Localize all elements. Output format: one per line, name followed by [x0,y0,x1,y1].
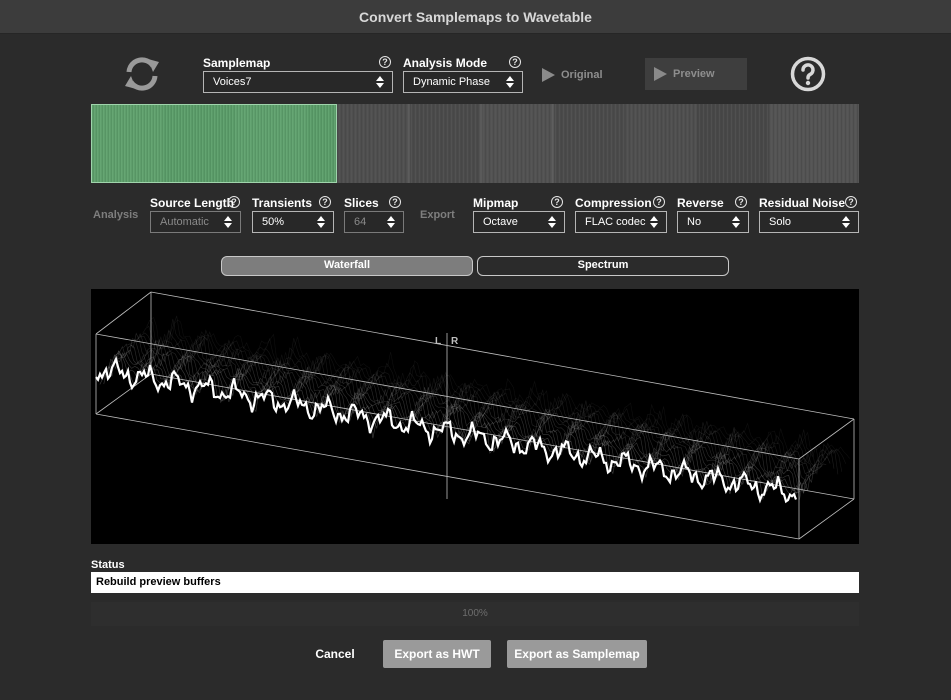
right-channel-label: R [451,336,459,347]
reverse-select[interactable]: No [677,211,749,233]
waterfall-display[interactable]: L R [91,289,859,544]
tab-spectrum[interactable]: Spectrum [477,256,729,276]
analysis-mode-value: Dynamic Phase [413,76,491,88]
status-label: Status [91,559,125,571]
transients-select[interactable]: 50% [252,211,334,233]
waterfall-box-outline [95,291,855,540]
play-icon [542,68,555,82]
residual-noise-select[interactable]: Solo [759,211,859,233]
compression-value: FLAC codec [585,216,646,228]
samplemap-help-icon[interactable]: ? [379,56,391,68]
samplemap-select[interactable]: Voices7 [203,71,393,93]
reverse-value: No [687,216,702,228]
transients-help-icon[interactable]: ? [319,196,331,208]
refresh-icon[interactable] [121,53,163,95]
reverse-help-icon[interactable]: ? [735,196,747,208]
title-bar: Convert Samplemaps to Wavetable [0,0,951,34]
compression-help-icon[interactable]: ? [653,196,665,208]
slices-value: 64 [354,216,367,228]
compression-label: Compression [575,196,652,210]
select-arrows-icon [548,216,557,228]
wavetable-slices-strip[interactable] [91,104,859,183]
select-arrows-icon [732,216,741,228]
samplemap-value: Voices7 [213,76,252,88]
left-channel-label: L [435,336,441,347]
residual-noise-label: Residual Noise [759,196,846,210]
original-label: Original [561,69,603,81]
status-message: Rebuild preview buffers [91,572,859,593]
residual-noise-value: Solo [769,216,792,228]
history-trace [134,335,835,476]
select-arrows-icon [387,216,396,228]
source-length-help-icon[interactable]: ? [228,196,240,208]
play-original-button[interactable]: Original [542,67,603,83]
residual-noise-help-icon[interactable]: ? [845,196,857,208]
analysis-mode-help-icon[interactable]: ? [509,56,521,68]
source-length-label: Source Length [150,196,235,210]
play-preview-button[interactable]: Preview [645,58,747,90]
select-arrows-icon [376,76,385,88]
export-hwt-button[interactable]: Export as HWT [383,640,491,668]
play-icon [654,67,667,81]
samplemap-label: Samplemap [203,56,271,70]
window-title: Convert Samplemaps to Wavetable [359,8,592,25]
select-arrows-icon [224,216,233,228]
help-icon[interactable] [790,56,826,92]
select-arrows-icon [317,216,326,228]
mipmap-select[interactable]: Octave [473,211,565,233]
export-samplemap-button[interactable]: Export as Samplemap [507,640,647,668]
mipmap-value: Octave [483,216,518,228]
source-length-value: Automatic [160,216,209,228]
export-section-label: Export [420,209,455,221]
slices-help-icon[interactable]: ? [389,196,401,208]
analysis-mode-label: Analysis Mode [403,56,488,70]
preview-label: Preview [673,68,715,80]
select-arrows-icon [842,216,851,228]
analysis-section-label: Analysis [93,209,139,221]
cancel-button[interactable]: Cancel [304,640,366,668]
progress-text: 100% [462,608,488,619]
transients-value: 50% [262,216,285,228]
source-length-select[interactable]: Automatic [150,211,241,233]
progress-bar: 100% [91,602,859,626]
select-arrows-icon [506,76,515,88]
tab-waterfall[interactable]: Waterfall [221,256,473,276]
select-arrows-icon [650,216,659,228]
mipmap-label: Mipmap [473,196,519,210]
history-trace [123,338,823,482]
waterfall-svg: L R [95,291,855,540]
compression-select[interactable]: FLAC codec [575,211,667,233]
slices-label: Slices [344,196,379,210]
waterfall-history-traces [99,315,850,501]
transients-label: Transients [252,196,313,210]
mipmap-help-icon[interactable]: ? [551,196,563,208]
reverse-label: Reverse [677,196,724,210]
slices-select[interactable]: 64 [344,211,404,233]
analysis-mode-select[interactable]: Dynamic Phase [403,71,523,93]
